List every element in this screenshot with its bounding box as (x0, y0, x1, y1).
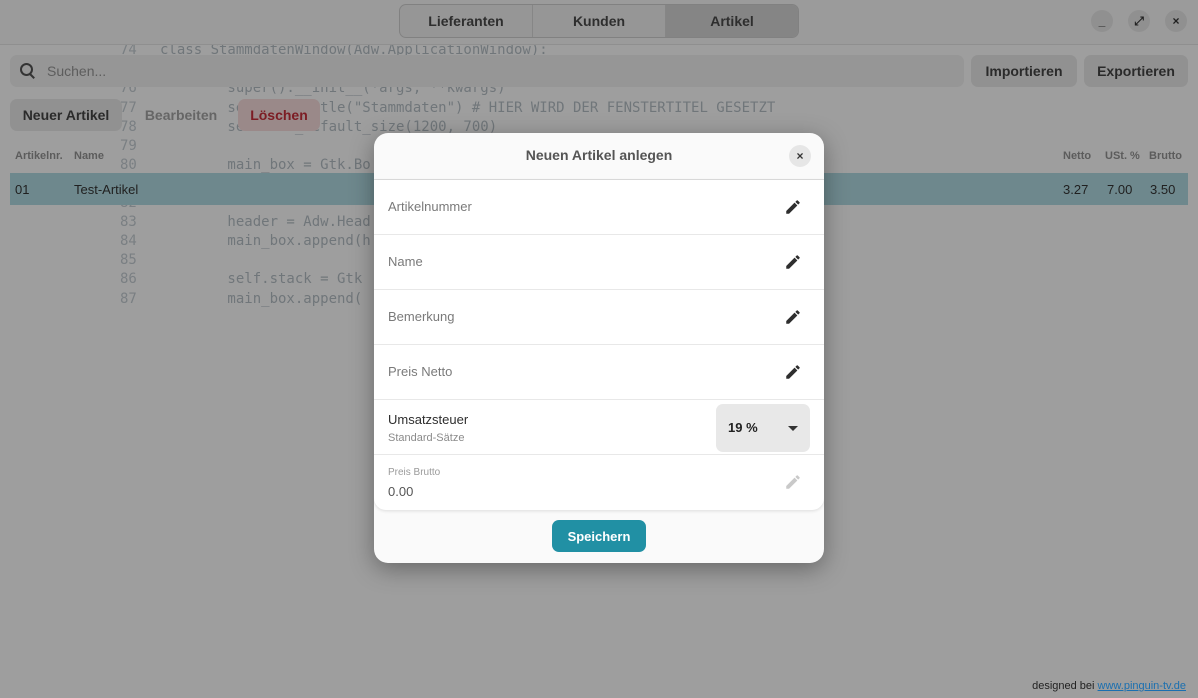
field-label: Preis Netto (388, 364, 453, 379)
field-label: Name (388, 254, 423, 269)
field-preis-netto[interactable]: Preis Netto (374, 345, 824, 400)
article-form: Artikelnummer Name Bemerkung Preis Netto… (374, 180, 824, 510)
pencil-icon (786, 475, 800, 489)
dropdown-value: 19 % (728, 420, 758, 435)
field-subtitle: Standard-Sätze (388, 432, 465, 444)
field-preis-brutto: Preis Brutto 0.00 (374, 455, 824, 509)
footer-link[interactable]: www.pinguin-tv.de (1098, 680, 1186, 692)
pencil-icon[interactable] (784, 363, 802, 381)
pencil-icon[interactable] (784, 198, 802, 216)
field-label: Umsatzsteuer (388, 412, 469, 427)
field-label: Artikelnummer (388, 199, 472, 214)
new-article-dialog: Neuen Artikel anlegen × Artikelnummer Na… (374, 133, 824, 563)
field-artikelnummer[interactable]: Artikelnummer (374, 180, 824, 235)
footer-text: designed bei (1032, 680, 1095, 692)
chevron-down-icon (788, 426, 798, 431)
field-value: 0.00 (388, 484, 414, 499)
field-umsatzsteuer: Umsatzsteuer Standard-Sätze 19 % (374, 400, 824, 455)
pencil-icon[interactable] (784, 308, 802, 326)
close-icon: × (796, 149, 804, 163)
pencil-icon[interactable] (784, 253, 802, 271)
field-label: Preis Brutto (388, 467, 441, 478)
save-button[interactable]: Speichern (552, 520, 646, 552)
main-window: 72#endregion7374class StammdatenWindow(A… (0, 0, 1198, 698)
ust-dropdown[interactable]: 19 % (716, 404, 810, 452)
field-bemerkung[interactable]: Bemerkung (374, 290, 824, 345)
field-label: Bemerkung (388, 309, 455, 324)
dialog-title: Neuen Artikel anlegen (525, 147, 673, 163)
footer-credit: designed bei www.pinguin-tv.de (1032, 680, 1186, 692)
field-name[interactable]: Name (374, 235, 824, 290)
dialog-close-button[interactable]: × (789, 145, 811, 167)
